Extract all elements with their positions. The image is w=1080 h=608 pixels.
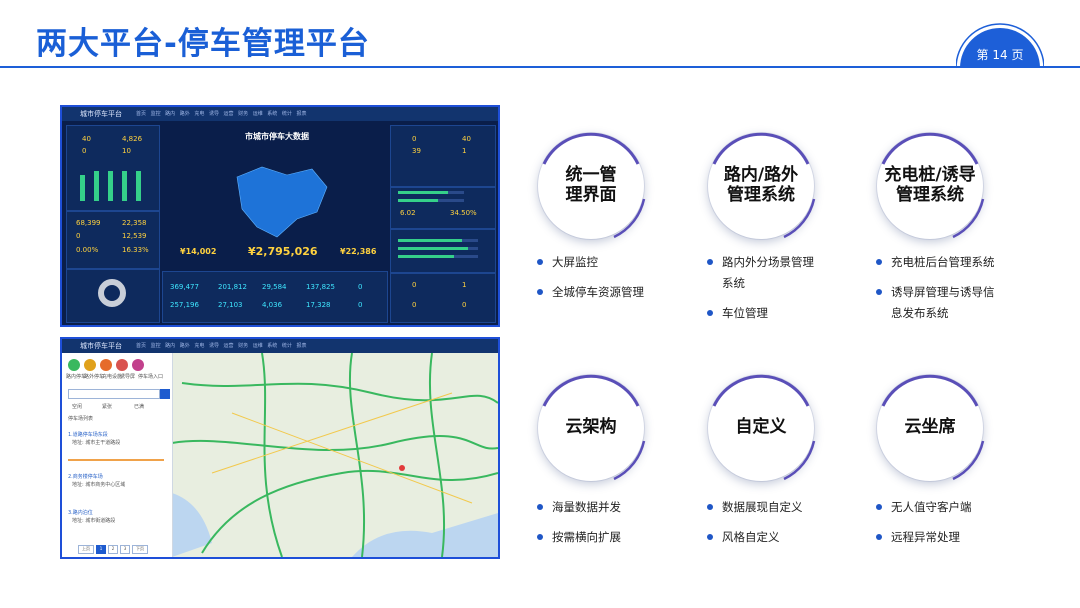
feature-circle-cloud-seat: 云坐席 [877, 374, 985, 481]
map-list-item[interactable]: 3.路内泊位 [68, 509, 93, 516]
map-search-input[interactable] [68, 389, 160, 399]
map-search-button[interactable] [160, 389, 170, 399]
dashboard-brand: 城市停车平台 [80, 110, 122, 118]
dashboard-title: 市城市停车大数据 [245, 132, 309, 141]
dashboard-city-map [236, 166, 328, 238]
feature-circle-custom: 自定义 [708, 374, 816, 481]
dashboard-panel-bottom [162, 271, 388, 323]
map-brand: 城市停车平台 [80, 342, 122, 350]
map-menu: 首页 监控 路内 路外 充电 诱导 运营 财务 运维 系统 统计 报表 [136, 343, 307, 349]
dashboard-menu: 首页 监控 路内 路外 充电 诱导 运营 财务 运维 系统 统计 报表 [136, 111, 307, 117]
feature-circle-charging-system: 充电桩/诱导 管理系统 [877, 132, 985, 239]
pager-prev[interactable]: 上页 [78, 545, 94, 554]
map-list-item[interactable]: 1.道路停车场东段 [68, 431, 108, 438]
dashboard-panel-right-mid2 [390, 229, 496, 273]
dashboard-topbar: 城市停车平台 首页 监控 路内 路外 充电 诱导 运营 财务 运维 系统 统计 … [62, 107, 498, 121]
page-number-badge: 第 14 页 [956, 22, 1044, 68]
dashboard-panel-right-bottom [390, 273, 496, 323]
dashboard-screenshot: 城市停车平台 首页 监控 路内 路外 充电 诱导 运营 财务 运维 系统 统计 … [60, 105, 500, 327]
city-road-map [172, 353, 498, 557]
feature-circle-roadside-system: 路内/路外 管理系统 [708, 132, 816, 239]
map-screenshot: 城市停车平台 首页 监控 路内 路外 充电 诱导 运营 财务 运维 系统 统计 … [60, 337, 500, 559]
dashboard-left-bars [76, 165, 150, 201]
page-number: 第 14 页 [976, 48, 1024, 62]
pager-page-1[interactable]: 1 [96, 545, 106, 554]
header-divider [0, 66, 1080, 68]
dashboard-donut [98, 279, 126, 307]
dashboard-panel-right-top [390, 125, 496, 187]
pager-page-3[interactable]: 3 [120, 545, 130, 554]
feature-circle-cloud-architecture: 云架构 [538, 374, 646, 481]
pager-next[interactable]: 下页 [132, 545, 148, 554]
feature-circle-unified-ui: 统一管 理界面 [538, 132, 646, 239]
map-topbar: 城市停车平台 首页 监控 路内 路外 充电 诱导 运营 财务 运维 系统 统计 … [62, 339, 498, 353]
page-title: 两大平台-停车管理平台 [36, 26, 370, 62]
map-sidebar: 路内停车 路外停车 充电设施 诱导屏 停车场入口 空闲 紧张 已满 停车场列表 … [62, 353, 173, 557]
map-list-item[interactable]: 2.商务楼停车场 [68, 473, 103, 480]
pager-page-2[interactable]: 2 [108, 545, 118, 554]
